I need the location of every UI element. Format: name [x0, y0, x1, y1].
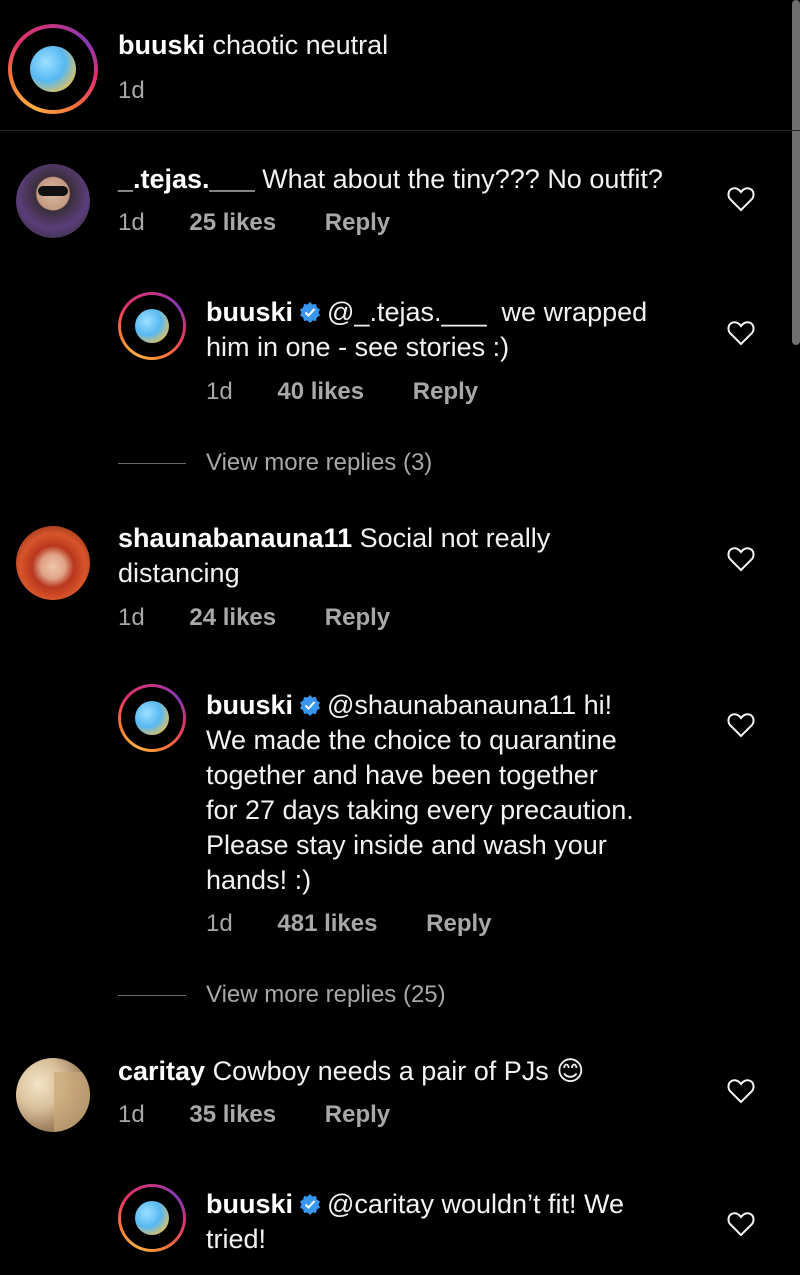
- comment-text: shaunabanauna11 Social not really distan…: [118, 521, 678, 591]
- comment-likes[interactable]: 35 likes: [189, 1100, 276, 1130]
- reply-meta: 1d 40 likes Reply: [206, 377, 478, 407]
- comment-time: 1d: [118, 604, 145, 631]
- reply-body-line1: we wrapped: [501, 297, 648, 327]
- reply-mention[interactable]: @_.tejas.___: [327, 297, 487, 327]
- verified-badge-icon: [300, 695, 321, 716]
- comment-time: 1d: [118, 209, 145, 236]
- heart-outline-icon[interactable]: [727, 186, 755, 212]
- heart-outline-icon[interactable]: [727, 320, 755, 346]
- heart-outline-icon[interactable]: [727, 1211, 755, 1237]
- reply-username[interactable]: buuski: [206, 1189, 293, 1219]
- caption-time: 1d: [118, 77, 145, 104]
- reply-body-line: together and have been together: [206, 760, 598, 790]
- heart-outline-icon[interactable]: [727, 546, 755, 572]
- reply-button[interactable]: Reply: [426, 909, 491, 939]
- reply-username[interactable]: buuski: [206, 690, 293, 720]
- reply-body-line2: him in one - see stories :): [206, 332, 510, 362]
- comment-username[interactable]: shaunabanauna11: [118, 523, 352, 553]
- reply-button[interactable]: Reply: [325, 1100, 390, 1130]
- comment-username[interactable]: _.tejas.___: [118, 164, 255, 194]
- reply-meta: 1d 481 likes Reply: [206, 909, 492, 939]
- commenter-avatar[interactable]: [16, 164, 90, 238]
- verified-badge-icon: [300, 302, 321, 323]
- comment-body-line1: Social not really: [359, 523, 551, 553]
- comment-text: _.tejas.___ What about the tiny??? No ou…: [118, 162, 663, 197]
- reply-time: 1d: [206, 378, 233, 405]
- caption-text: buuski chaotic neutral: [118, 28, 388, 63]
- heart-outline-icon[interactable]: [727, 712, 755, 738]
- reply-text: buuski @caritay wouldn’t fit! We tried!: [206, 1187, 726, 1257]
- reply-avatar[interactable]: [118, 684, 186, 752]
- comment-body-line2: distancing: [118, 558, 240, 588]
- reply-body-line2: tried!: [206, 1224, 267, 1254]
- reply-mention[interactable]: @shaunabanauna11 hi!: [327, 690, 612, 720]
- reply-text: buuski @_.tejas.___ we wrapped him in one…: [206, 295, 706, 365]
- view-more-label[interactable]: View more replies (3): [206, 449, 432, 476]
- divider-line: [118, 995, 186, 996]
- reply-username[interactable]: buuski: [206, 297, 293, 327]
- heart-outline-icon[interactable]: [727, 1078, 755, 1104]
- smiling-face-emoji: 😊: [556, 1056, 585, 1086]
- caption-username[interactable]: buuski: [118, 30, 205, 60]
- caption-avatar[interactable]: [8, 24, 98, 114]
- caption-meta: 1d: [118, 76, 145, 106]
- reply-likes[interactable]: 481 likes: [277, 909, 377, 939]
- comment-text: caritay Cowboy needs a pair of PJs 😊: [118, 1054, 584, 1089]
- reply-body-line: for 27 days taking every precaution.: [206, 795, 634, 825]
- view-more-replies[interactable]: View more replies (25): [118, 980, 446, 1010]
- reply-avatar[interactable]: [118, 1184, 186, 1252]
- comment-username[interactable]: caritay: [118, 1056, 205, 1086]
- reply-button[interactable]: Reply: [325, 603, 390, 633]
- comment-meta: 1d 24 likes Reply: [118, 603, 390, 633]
- reply-body-line: Please stay inside and wash your: [206, 830, 607, 860]
- commenter-avatar[interactable]: [16, 1058, 90, 1132]
- comments-screen: buuski chaotic neutral 1d _.tejas.___ Wh…: [0, 0, 800, 1275]
- reply-likes[interactable]: 40 likes: [277, 377, 364, 407]
- comment-likes[interactable]: 25 likes: [189, 208, 276, 238]
- reply-time: 1d: [206, 910, 233, 937]
- reply-text: buuski @shaunabanauna11 hi! We made the c…: [206, 688, 726, 898]
- comment-likes[interactable]: 24 likes: [189, 603, 276, 633]
- comment-body: What about the tiny??? No outfit?: [262, 164, 663, 194]
- reply-body-line: We made the choice to quarantine: [206, 725, 617, 755]
- reply-button[interactable]: Reply: [413, 377, 478, 407]
- reply-mention: @caritay wouldn’t fit! We: [327, 1189, 625, 1219]
- commenter-avatar[interactable]: [16, 526, 90, 600]
- reply-button[interactable]: Reply: [325, 208, 390, 238]
- caption-body: chaotic neutral: [212, 30, 389, 60]
- post-caption: buuski chaotic neutral 1d: [0, 0, 800, 131]
- reply-body-line: hands! :): [206, 865, 312, 895]
- comment-time: 1d: [118, 1101, 145, 1128]
- comment-meta: 1d 25 likes Reply: [118, 208, 390, 238]
- reply-avatar[interactable]: [118, 292, 186, 360]
- view-more-replies[interactable]: View more replies (3): [118, 448, 432, 478]
- divider-line: [118, 463, 186, 464]
- comment-body: Cowboy needs a pair of PJs: [212, 1056, 549, 1086]
- comment-meta: 1d 35 likes Reply: [118, 1100, 390, 1130]
- view-more-label[interactable]: View more replies (25): [206, 981, 446, 1008]
- verified-badge-icon: [300, 1194, 321, 1215]
